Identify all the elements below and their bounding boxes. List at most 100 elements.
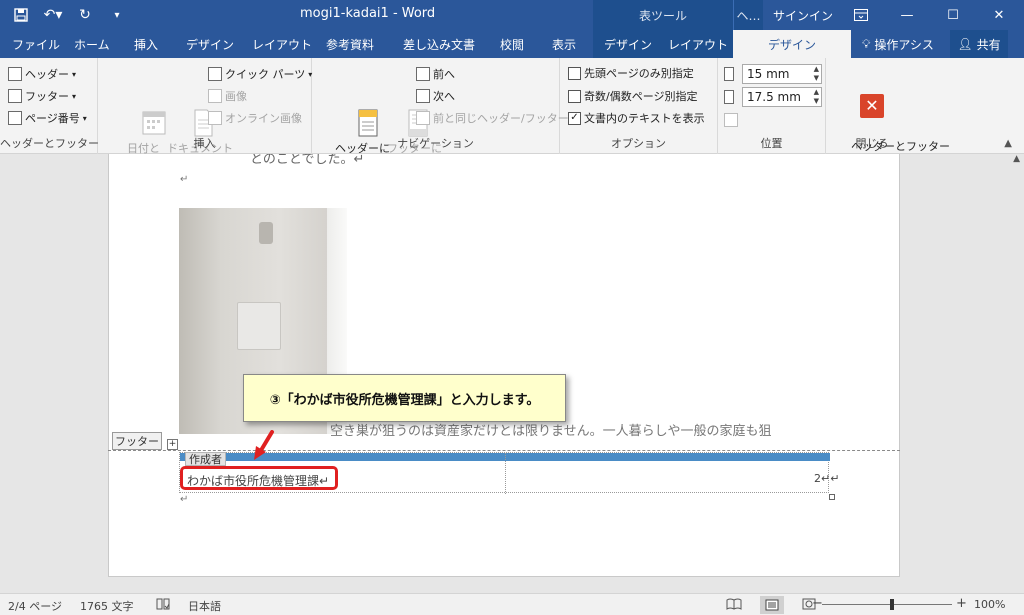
paragraph-mark: ↵	[180, 494, 189, 505]
tab-design[interactable]: デザイン	[176, 30, 244, 58]
group-label-insert: 挿入	[193, 137, 216, 150]
header-position-icon	[724, 64, 736, 84]
zoom-in-icon[interactable]: +	[956, 596, 967, 611]
window-title: mogi1-kadai1 - Word	[300, 6, 436, 21]
footer-region-tag: フッター	[112, 432, 162, 450]
share-button[interactable]: 👤︎ 共有	[950, 30, 1008, 58]
zoom-slider-track[interactable]	[822, 604, 952, 605]
show-text-check-box[interactable]: ✓	[568, 111, 581, 125]
close-x-icon: ✕	[860, 94, 884, 118]
quick-parts-button[interactable]: クイック パーツ ▾	[208, 64, 312, 84]
footer-button[interactable]: フッター ▾	[8, 86, 76, 106]
first-page-checkbox[interactable]: 先頭ページのみ別指定	[568, 63, 694, 83]
highlight-box	[180, 466, 338, 490]
tab-insert[interactable]: 挿入	[124, 30, 168, 58]
footer-icon	[8, 89, 22, 103]
odd-even-check-box[interactable]	[568, 89, 581, 103]
online-picture-icon	[208, 111, 222, 125]
group-options: 先頭ページのみ別指定 奇数/偶数ページ別指定 ✓ 文書内のテキストを表示 オプシ…	[560, 58, 718, 154]
page-count[interactable]: 2/4 ページ	[8, 598, 62, 614]
instruction-callout: ③「わかば市役所危機管理課」と入力します。	[243, 374, 566, 422]
calendar-icon	[112, 94, 166, 135]
link-icon	[416, 111, 430, 125]
goto-header-icon	[326, 94, 378, 137]
page-number-label: ページ番号	[25, 112, 80, 125]
previous-label: 前へ	[433, 68, 455, 81]
customize-qat-icon[interactable]: ▾	[104, 3, 130, 27]
picture-label: 画像	[225, 90, 247, 103]
online-picture-button[interactable]: オンライン画像	[208, 108, 302, 128]
print-layout-icon[interactable]	[760, 596, 784, 614]
previous-button[interactable]: 前へ	[416, 64, 455, 84]
page-number-icon	[8, 111, 22, 125]
tab-header-footer-design[interactable]: デザイン	[733, 30, 851, 58]
tab-file[interactable]: ファイル	[2, 30, 70, 58]
tab-review[interactable]: 校閲	[490, 30, 534, 58]
document-area: とのことでした。↵ ↵ 空き巣が狙うのは資産家だけとは限りません。一人暮らしや一…	[0, 154, 1024, 593]
table-move-handle-icon[interactable]: +	[167, 439, 178, 450]
online-picture-label: オンライン画像	[225, 112, 302, 125]
share-label: 共有	[976, 37, 1001, 52]
body-text-line: 空き巣が狙うのは資産家だけとは限りません。一人暮らしや一般の家庭も狙	[330, 424, 772, 439]
header-position-input[interactable]: 15 mm ▲ ▼	[742, 64, 822, 84]
show-text-checkbox[interactable]: ✓ 文書内のテキストを表示	[568, 108, 705, 128]
person-icon: 👤︎	[957, 37, 973, 51]
group-label-close: 閉じる	[855, 137, 889, 150]
ribbon: ヘッダー▾ フッター▾ ページ番号▾ ヘッダーとフッター 日付と 時刻 ドキュメ…	[0, 58, 1024, 169]
read-mode-icon[interactable]	[726, 598, 742, 613]
group-label-options: オプション	[611, 137, 666, 150]
tab-view[interactable]: 表示	[542, 30, 586, 58]
table-resize-handle[interactable]	[829, 494, 835, 500]
header-label: ヘッダー	[25, 68, 69, 81]
pointer-arrow-icon	[254, 430, 274, 460]
photo-sensor-box	[237, 302, 281, 350]
group-label-navigation: ナビゲーション	[397, 137, 474, 150]
save-icon[interactable]	[8, 3, 34, 27]
minimize-icon[interactable]: —	[884, 0, 930, 30]
tell-me-text: 操作アシス	[874, 37, 934, 52]
zoom-slider-thumb[interactable]	[890, 599, 894, 610]
scroll-up-icon[interactable]: ▲	[1013, 154, 1020, 164]
ribbon-display-icon[interactable]	[838, 0, 884, 30]
page-number-button[interactable]: ページ番号 ▾	[8, 108, 87, 128]
spin-arrows-icon[interactable]: ▲ ▼	[814, 65, 819, 83]
footer-position-input[interactable]: 17.5 mm ▲ ▼	[742, 87, 822, 107]
tab-home[interactable]: ホーム	[64, 30, 120, 58]
redo-icon[interactable]: ↻	[72, 3, 98, 27]
tab-table-layout[interactable]: レイアウト	[663, 30, 733, 58]
quick-parts-label: クイック パーツ	[225, 68, 306, 81]
proofing-icon[interactable]	[156, 598, 170, 613]
tab-mailings[interactable]: 差し込み文書	[393, 30, 485, 58]
tell-me-box[interactable]: 💡︎ 操作アシス	[862, 30, 934, 58]
first-page-check-box[interactable]	[568, 66, 581, 80]
collapse-ribbon-icon[interactable]: ▲	[1004, 138, 1012, 149]
language[interactable]: 日本語	[188, 598, 221, 614]
group-label-header-footer: ヘッダーとフッター	[0, 137, 99, 150]
tab-references[interactable]: 参考資料	[316, 30, 384, 58]
spin-arrows-icon[interactable]: ▲ ▼	[814, 88, 819, 106]
show-text-label: 文書内のテキストを表示	[584, 112, 705, 125]
signin-link[interactable]: サインイン	[773, 7, 833, 24]
photo-hinge	[259, 222, 273, 244]
next-icon	[416, 89, 430, 103]
next-button[interactable]: 次へ	[416, 86, 455, 106]
tab-table-design[interactable]: デザイン	[593, 30, 663, 58]
maximize-icon[interactable]: ☐	[930, 0, 976, 30]
table-column-divider	[505, 453, 506, 494]
insert-alignment-tab-icon[interactable]	[724, 110, 738, 130]
link-previous-button[interactable]: 前と同じヘッダー/フッター	[416, 108, 569, 128]
author-content-control-tag[interactable]: 作成者	[185, 452, 226, 466]
odd-even-checkbox[interactable]: 奇数/偶数ページ別指定	[568, 86, 698, 106]
group-close: ✕ ヘッダーとフッター を閉じる 閉じる	[826, 58, 950, 167]
picture-button[interactable]: 画像	[208, 86, 247, 106]
close-window-icon[interactable]: ✕	[976, 0, 1022, 30]
picture-icon	[208, 89, 222, 103]
header-button[interactable]: ヘッダー ▾	[8, 64, 76, 84]
footer-position-value: 17.5 mm	[747, 90, 801, 104]
table-tools-label: 表ツール	[593, 0, 733, 30]
undo-icon[interactable]: ↶▾	[40, 3, 66, 27]
tab-layout[interactable]: レイアウト	[242, 30, 322, 58]
word-count[interactable]: 1765 文字	[80, 598, 134, 614]
vertical-scrollbar[interactable]: ▲	[1006, 154, 1024, 593]
zoom-level[interactable]: 100%	[974, 598, 1005, 611]
